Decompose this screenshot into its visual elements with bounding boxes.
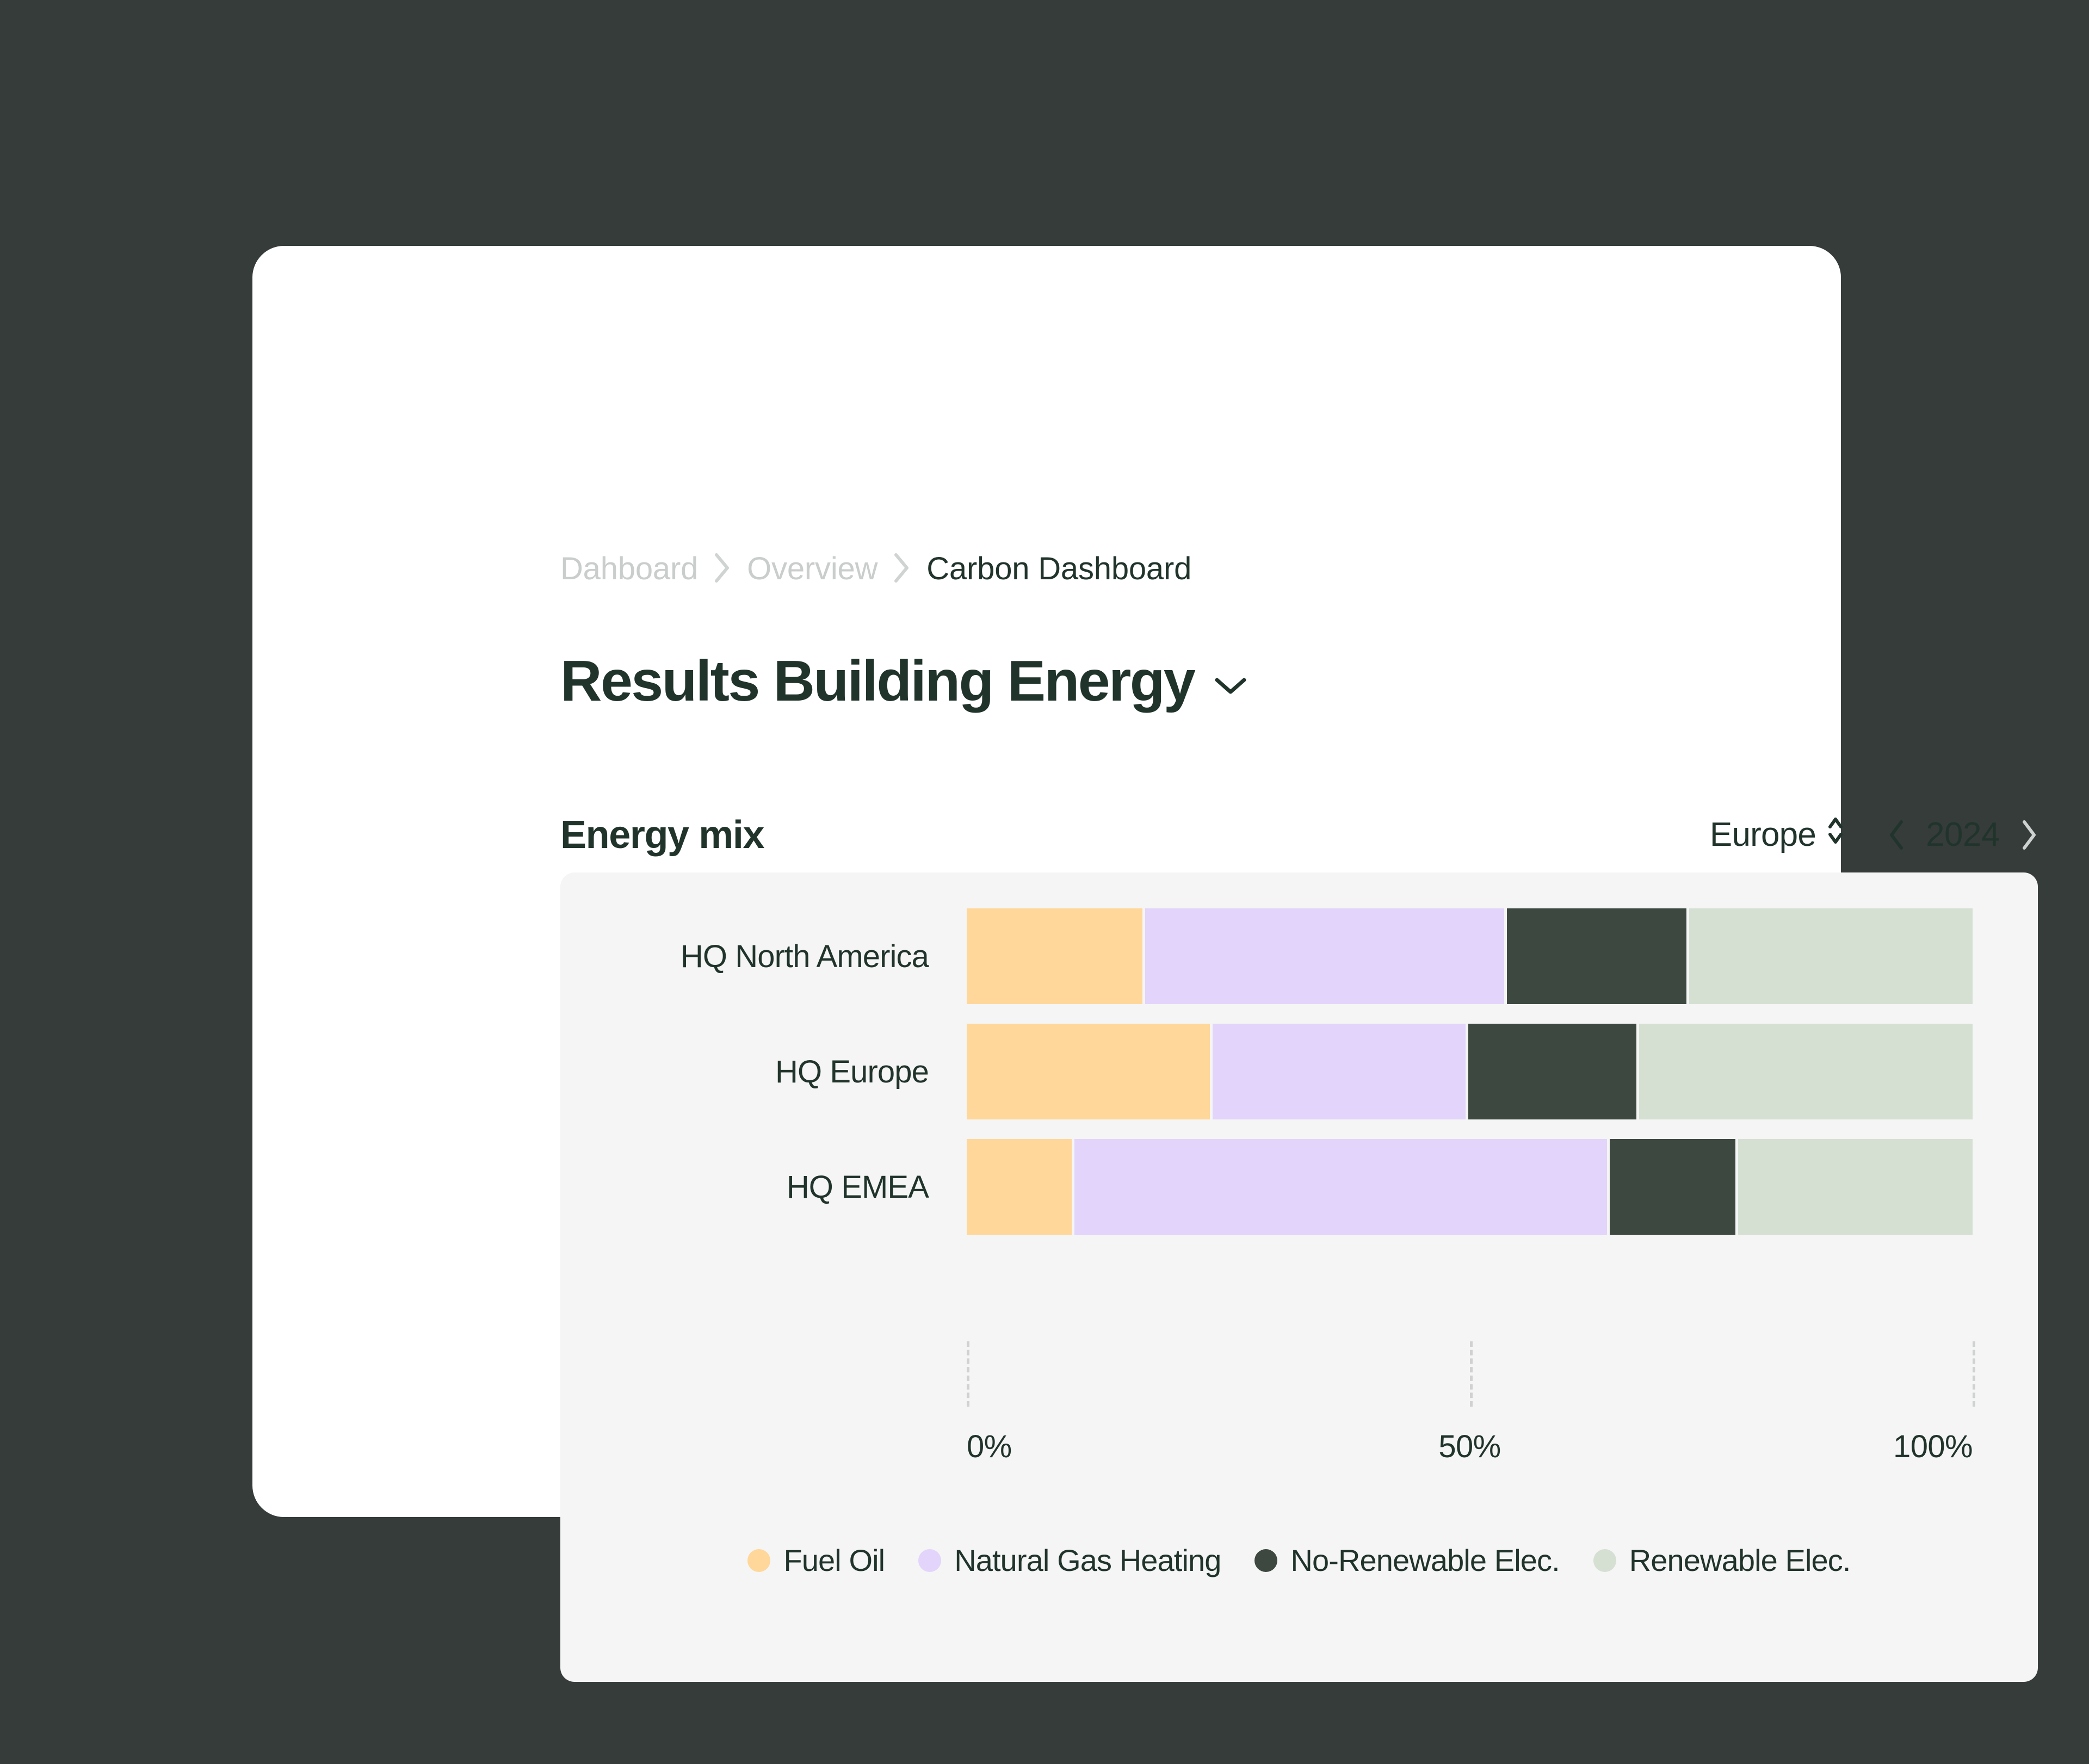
- section-header: Energy mix Europe 2024: [560, 813, 2038, 857]
- chevron-down-icon[interactable]: [1213, 665, 1249, 697]
- axis-gridline: [1469, 1341, 1473, 1407]
- legend-item-natural-gas-heating[interactable]: Natural Gas Heating: [918, 1543, 1221, 1578]
- breadcrumb-item-dashboard[interactable]: Dahboard: [560, 553, 698, 585]
- stacked-bar: [967, 908, 1973, 1004]
- bar-row-label: HQ North America: [680, 938, 929, 974]
- legend-swatch-icon: [918, 1549, 942, 1572]
- x-axis: 0% 50% 100%: [967, 1341, 1975, 1477]
- energy-mix-chart-panel: HQ North America HQ Europe HQ EMEA 0% 50…: [560, 872, 2038, 1682]
- legend-swatch-icon: [747, 1549, 771, 1572]
- page-title: Results Building Energy: [560, 649, 1196, 713]
- chart-controls: Europe 2024: [1710, 813, 2038, 857]
- chevron-right-icon[interactable]: [2019, 819, 2038, 851]
- bar-segment-no-renewable-elec[interactable]: [1468, 1024, 1637, 1119]
- breadcrumb: Dahboard Overview Carbon Dashboard: [560, 553, 1191, 585]
- legend-label: Renewable Elec.: [1629, 1543, 1851, 1577]
- chart-row: HQ EMEA: [560, 1139, 2038, 1235]
- dashboard-card: Dahboard Overview Carbon Dashboard Resul…: [252, 246, 2038, 1682]
- breadcrumb-item-carbon-dashboard[interactable]: Carbon Dashboard: [926, 553, 1191, 585]
- legend-label: Fuel Oil: [783, 1543, 885, 1577]
- axis-gridline: [967, 1341, 969, 1407]
- bar-segment-renewable-elec[interactable]: [1689, 908, 1973, 1004]
- legend-swatch-icon: [1254, 1549, 1278, 1572]
- legend-swatch-icon: [1593, 1549, 1616, 1572]
- chevron-up-down-icon: [1826, 813, 1845, 857]
- axis-gridline: [1973, 1341, 1975, 1407]
- year-navigator: 2024: [1888, 815, 2038, 854]
- app-background: Dahboard Overview Carbon Dashboard Resul…: [0, 0, 2089, 1764]
- legend-label: Natural Gas Heating: [954, 1543, 1221, 1577]
- legend-item-fuel-oil[interactable]: Fuel Oil: [747, 1543, 885, 1578]
- axis-tick-label: 50%: [1438, 1429, 1501, 1464]
- bar-segment-renewable-elec[interactable]: [1639, 1024, 1973, 1119]
- bar-row-label: HQ EMEA: [786, 1169, 929, 1205]
- breadcrumb-item-overview[interactable]: Overview: [747, 553, 877, 585]
- legend-item-no-renewable-elec[interactable]: No-Renewable Elec.: [1254, 1543, 1560, 1578]
- bar-segment-renewable-elec[interactable]: [1738, 1139, 1973, 1235]
- chevron-right-icon: [892, 552, 912, 584]
- chevron-right-icon: [712, 552, 733, 584]
- bar-segment-no-renewable-elec[interactable]: [1609, 1139, 1735, 1235]
- axis-tick-label: 100%: [1893, 1429, 1973, 1464]
- bar-segment-natural-gas-heating[interactable]: [1145, 908, 1505, 1004]
- chart-legend: Fuel Oil Natural Gas Heating No-Renewabl…: [560, 1543, 2038, 1578]
- legend-label: No-Renewable Elec.: [1290, 1543, 1560, 1577]
- bar-segment-natural-gas-heating[interactable]: [1213, 1024, 1466, 1119]
- bar-segment-fuel-oil[interactable]: [967, 908, 1142, 1004]
- chevron-left-icon[interactable]: [1888, 819, 1906, 851]
- region-selector-value: Europe: [1709, 816, 1816, 853]
- bar-segment-natural-gas-heating[interactable]: [1074, 1139, 1607, 1235]
- year-value: 2024: [1926, 816, 2000, 853]
- chart-rows: HQ North America HQ Europe HQ EMEA: [560, 908, 2038, 1235]
- axis-gridlines: [967, 1341, 1975, 1407]
- axis-tick-label: 0%: [967, 1429, 1012, 1464]
- page-title-row: Results Building Energy: [560, 649, 1249, 713]
- axis-tick-labels: 0% 50% 100%: [967, 1428, 1973, 1477]
- bar-segment-no-renewable-elec[interactable]: [1507, 908, 1687, 1004]
- section-title: Energy mix: [560, 813, 765, 857]
- chart-row: HQ Europe: [560, 1024, 2038, 1119]
- stacked-bar: [967, 1139, 1973, 1235]
- region-selector[interactable]: Europe: [1710, 813, 1845, 857]
- bar-segment-fuel-oil[interactable]: [967, 1139, 1072, 1235]
- bar-row-label: HQ Europe: [775, 1054, 929, 1090]
- chart-row: HQ North America: [560, 908, 2038, 1004]
- legend-item-renewable-elec[interactable]: Renewable Elec.: [1593, 1543, 1851, 1578]
- bar-segment-fuel-oil[interactable]: [967, 1024, 1210, 1119]
- stacked-bar: [967, 1024, 1973, 1119]
